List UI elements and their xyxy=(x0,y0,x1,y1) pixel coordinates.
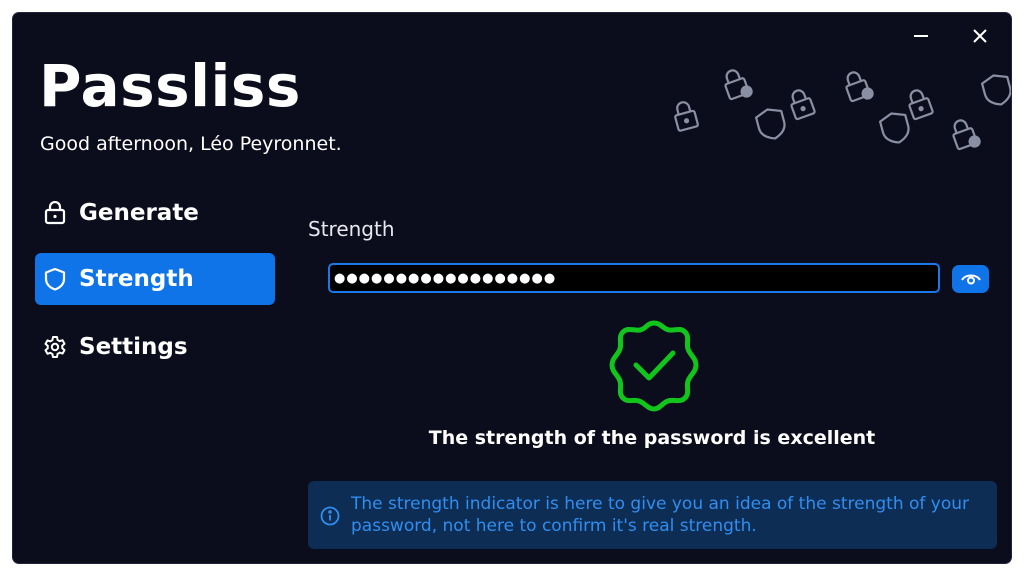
password-input[interactable]: ●●●●●●●●●●●●●●●●●● xyxy=(328,263,940,293)
app-title: Passliss xyxy=(39,52,301,120)
strength-result-text: The strength of the password is excellen… xyxy=(428,427,876,449)
lock-icon xyxy=(41,199,69,227)
info-icon xyxy=(320,506,340,526)
check-badge-icon xyxy=(609,320,699,412)
nav-item-label: Generate xyxy=(79,200,199,226)
shield-icon xyxy=(41,265,69,293)
info-box: The strength indicator is here to give y… xyxy=(308,481,997,549)
eye-icon xyxy=(960,274,981,285)
info-text: The strength indicator is here to give y… xyxy=(351,494,970,536)
app-window: Passliss Good afternoon, Léo Peyronnet. … xyxy=(13,13,1011,563)
nav-item-label: Settings xyxy=(79,334,188,360)
minimize-button[interactable] xyxy=(906,23,936,49)
section-title: Strength xyxy=(308,217,395,241)
close-button[interactable] xyxy=(965,23,995,49)
nav-item-strength[interactable]: Strength xyxy=(35,253,275,305)
nav-item-label: Strength xyxy=(79,266,194,292)
decorative-lock-pattern xyxy=(674,69,1011,151)
minimize-icon xyxy=(914,35,928,37)
greeting-text: Good afternoon, Léo Peyronnet. xyxy=(40,133,342,155)
nav-item-settings[interactable]: Settings xyxy=(35,321,275,373)
gear-icon xyxy=(41,333,69,361)
close-icon xyxy=(973,29,987,43)
nav-item-generate[interactable]: Generate xyxy=(35,187,275,239)
show-password-button[interactable] xyxy=(952,265,989,293)
